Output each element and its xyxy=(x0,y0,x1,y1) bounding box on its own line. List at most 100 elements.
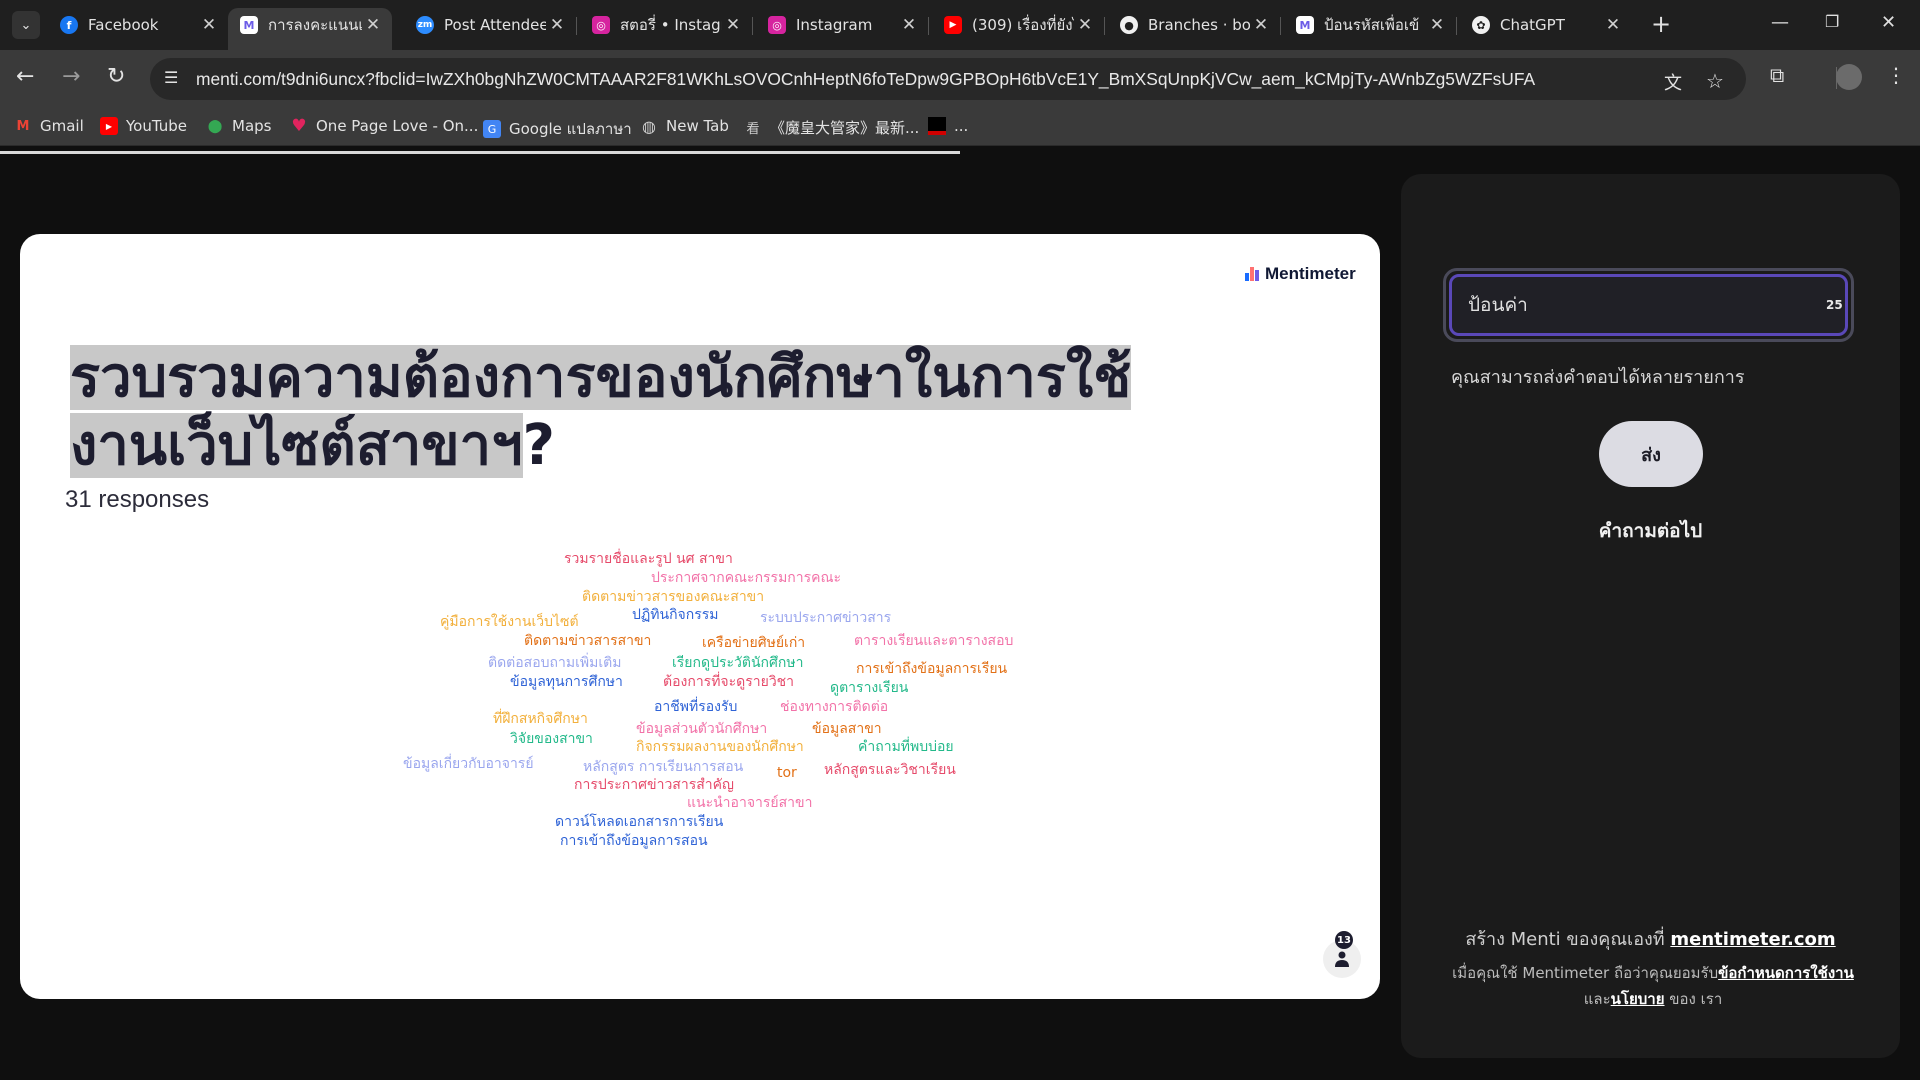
globe-icon: ◍ xyxy=(642,116,656,136)
github-icon: ● xyxy=(1120,16,1138,34)
bookmark-new-tab[interactable]: ◍ New Tab xyxy=(640,116,729,136)
policy-link[interactable]: นโยบาย xyxy=(1611,990,1665,1008)
flag-icon xyxy=(928,117,946,135)
extensions-icon[interactable]: ⧉ xyxy=(1770,63,1784,87)
bookmark-novel[interactable]: 看《魔皇大管家》最新... xyxy=(744,117,919,138)
address-bar[interactable]: ☰ menti.com/t9dni6uncx?fbclid=IwZXh0bgNh… xyxy=(150,58,1746,100)
word-cloud-item: เครือข่ายศิษย์เก่า xyxy=(702,635,806,651)
maps-icon: ⬤ xyxy=(207,118,223,134)
tab-search-button[interactable]: ⌄ xyxy=(12,11,40,39)
question-title: รวบรวมความต้องการของนักศึกษาในการใช้ งาน… xyxy=(70,345,1132,478)
bookmark-maps[interactable]: ⬤ Maps xyxy=(206,117,272,135)
book-icon: 看 xyxy=(746,122,760,137)
word-cloud-item: ข้อมูลทุนการศึกษา xyxy=(510,674,623,690)
word-cloud-item: tor xyxy=(777,765,797,781)
word-cloud-item: ติดตามข่าวสารสาขา xyxy=(524,633,652,649)
tab-instagram-story[interactable]: ◎ สตอรี่ • Instagram✕ xyxy=(580,8,752,42)
mentimeter-icon xyxy=(1245,267,1259,281)
next-question-link[interactable]: คำถามต่อไป xyxy=(1401,516,1900,546)
browser-toolbar: ← → ↻ ☰ menti.com/t9dni6uncx?fbclid=IwZX… xyxy=(0,50,1920,106)
bookmark-youtube[interactable]: ▶ YouTube xyxy=(100,117,187,135)
mentimeter-icon: M xyxy=(1296,16,1314,34)
site-settings-icon[interactable]: ☰ xyxy=(164,68,178,87)
answer-field-wrapper xyxy=(1443,268,1854,342)
word-cloud-item: ระบบประกาศข่าวสาร xyxy=(760,610,892,626)
tab-instagram[interactable]: ◎ Instagram ✕ xyxy=(756,8,928,42)
word-cloud-item: ที่ฝึกสหกิจศึกษา xyxy=(493,711,588,727)
word-cloud-item: คำถามที่พบบ่อย xyxy=(858,739,954,755)
submit-button[interactable]: ส่ง xyxy=(1599,421,1703,487)
translate-icon[interactable]: 文 xyxy=(1664,69,1682,95)
bookmarks-bar: M Gmail ▶ YouTube ⬤ Maps ♥ One Page Love - O… xyxy=(0,106,1920,146)
mentimeter-logo: Mentimeter xyxy=(1245,264,1356,284)
url-text[interactable]: menti.com/t9dni6uncx?fbclid=IwZXh0bgNhZW… xyxy=(196,69,1535,90)
bookmark-flag[interactable]: ... xyxy=(928,117,968,135)
terms-of-use-link[interactable]: ข้อกำหนดการใช้งาน xyxy=(1718,964,1854,982)
chatgpt-icon: ✿ xyxy=(1472,16,1490,34)
zoom-icon: zm xyxy=(416,16,434,34)
word-cloud-item: ช่องทางการติดต่อ xyxy=(780,699,889,715)
word-cloud-item: ตารางเรียนและตารางสอบ xyxy=(854,633,1014,649)
tab-strip: ⌄ f Facebook✕ M การลงคะแนนเสี✕ zm Post A… xyxy=(0,0,1920,50)
forward-icon[interactable]: → xyxy=(62,64,80,90)
youtube-icon: ▶ xyxy=(944,16,962,34)
multiple-answers-note: คุณสามารถส่งคำตอบได้หลายรายการ xyxy=(1451,367,1745,388)
instagram-icon: ◎ xyxy=(592,16,610,34)
mentimeter-link[interactable]: mentimeter.com xyxy=(1670,929,1835,950)
close-icon[interactable]: ✕ xyxy=(1426,15,1448,35)
tab-github[interactable]: ● Branches · bo ✕ xyxy=(1108,8,1280,42)
word-cloud-item: ต้องการที่จะดูรายวิชา xyxy=(663,674,795,690)
heart-icon: ♥ xyxy=(291,116,307,136)
word-cloud-item: ข้อมูลเกี่ยวกับอาจารย์ xyxy=(403,756,534,772)
word-cloud-item: การเข้าถึงข้อมูลการสอน xyxy=(560,833,708,849)
youtube-icon: ▶ xyxy=(100,117,118,135)
response-count: 31 responses xyxy=(65,486,210,513)
menu-kebab-icon[interactable]: ⋮ xyxy=(1886,63,1906,87)
close-window-icon[interactable]: ✕ xyxy=(1881,12,1896,33)
close-icon[interactable]: ✕ xyxy=(362,15,384,35)
bookmark-onepagelove[interactable]: ♥ One Page Love - On... xyxy=(290,116,478,136)
facebook-icon: f xyxy=(60,16,78,34)
terms-note: เมื่อคุณใช้ Mentimeter ถือว่าคุณยอมรับข้… xyxy=(1452,964,1854,1008)
person-icon xyxy=(1335,951,1349,967)
new-tab-icon[interactable]: + xyxy=(1651,12,1671,36)
close-icon[interactable]: ✕ xyxy=(1250,15,1272,35)
close-icon[interactable]: ✕ xyxy=(722,15,744,35)
translate-icon: G xyxy=(483,120,501,138)
mentimeter-icon: M xyxy=(240,16,258,34)
tab-chatgpt[interactable]: ✿ ChatGPT ✕ xyxy=(1460,8,1632,42)
tab-mentimeter-active[interactable]: M การลงคะแนนเสี✕ xyxy=(228,8,392,50)
create-menti-note: สร้าง Menti ของคุณเองที่ mentimeter.com xyxy=(1465,929,1836,950)
word-cloud-item: กิจกรรมผลงานของนักศึกษา xyxy=(636,739,804,755)
word-cloud-item: วิจัยของสาขา xyxy=(510,731,593,747)
minimize-icon[interactable]: — xyxy=(1771,12,1789,33)
word-cloud-item: หลักสูตรและวิชาเรียน xyxy=(824,762,956,778)
voting-panel: 25 คุณสามารถส่งคำตอบได้หลายรายการ ส่ง คำ… xyxy=(1401,174,1900,1058)
page-load-progress xyxy=(0,151,960,154)
bookmark-gmail[interactable]: M Gmail xyxy=(14,117,84,135)
character-counter: 25 xyxy=(1826,298,1843,312)
bookmark-google-translate[interactable]: G Google แปลภาษา xyxy=(483,117,632,141)
tab-facebook[interactable]: f Facebook ✕ xyxy=(48,8,228,42)
close-icon[interactable]: ✕ xyxy=(1074,15,1096,35)
avatar[interactable] xyxy=(1836,64,1862,90)
close-icon[interactable]: ✕ xyxy=(546,15,568,35)
tab-mentimeter-code[interactable]: M ป้อนรหัสเพื่อเข้ ✕ xyxy=(1284,8,1456,42)
tab-youtube[interactable]: ▶ (309) เรื่องที่ยังไ ✕ xyxy=(932,8,1104,42)
audience-count-badge: 13 xyxy=(1335,931,1353,949)
star-icon[interactable]: ☆ xyxy=(1706,69,1724,93)
back-icon[interactable]: ← xyxy=(16,64,34,90)
reload-icon[interactable]: ↻ xyxy=(107,64,125,90)
instagram-icon: ◎ xyxy=(768,16,786,34)
chevron-down-icon: ⌄ xyxy=(20,17,32,33)
answer-input[interactable] xyxy=(1449,274,1848,336)
word-cloud-item: อาชีพที่รองรับ xyxy=(654,699,738,715)
tab-zoom[interactable]: zm Post Attendee ✕ xyxy=(404,8,576,42)
close-icon[interactable]: ✕ xyxy=(898,15,920,35)
restore-icon[interactable]: ❐ xyxy=(1825,12,1839,31)
word-cloud-item: ปฏิทินกิจกรรม xyxy=(632,607,719,623)
presentation-slide: Mentimeter รวบรวมความต้องการของนักศึกษาใ… xyxy=(20,234,1380,999)
close-icon[interactable]: ✕ xyxy=(1602,15,1624,35)
gmail-icon: M xyxy=(16,118,30,134)
close-icon[interactable]: ✕ xyxy=(198,15,220,35)
